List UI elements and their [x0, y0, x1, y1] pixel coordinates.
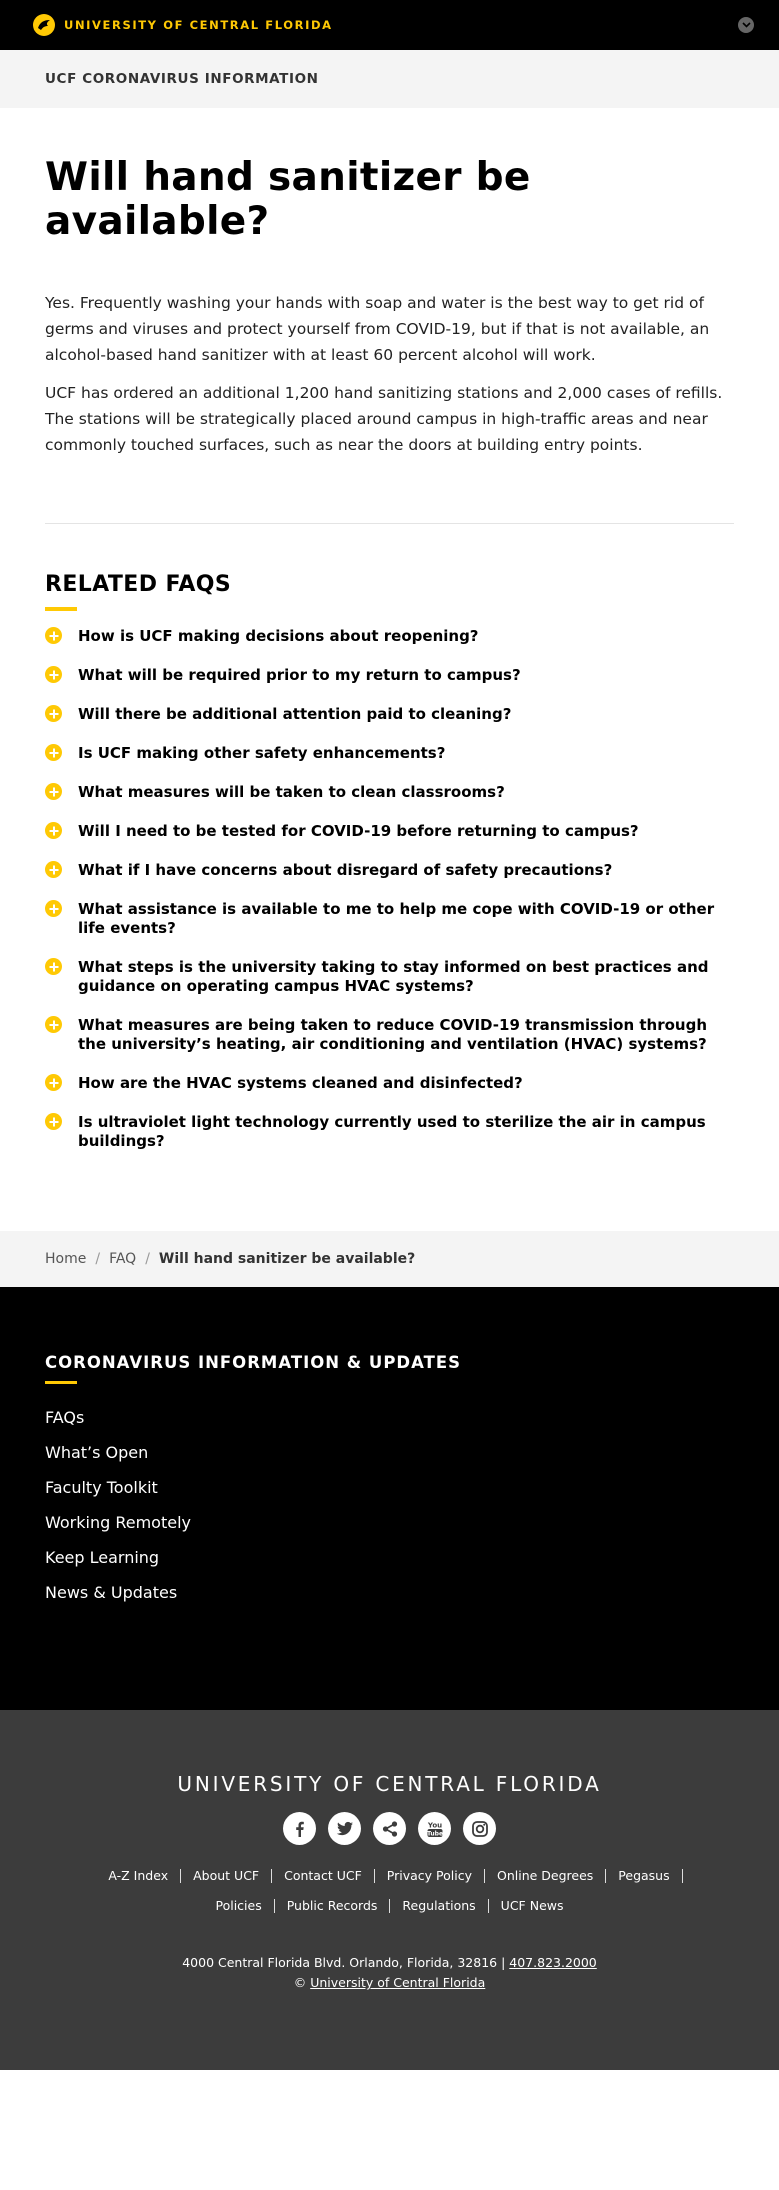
faq-question[interactable]: What will be required prior to my return… — [78, 666, 521, 685]
footer-link-contact-ucf[interactable]: Contact UCF — [272, 1869, 375, 1883]
main-content: Will hand sanitizer be available? Yes. F… — [0, 156, 779, 1151]
plus-circle-icon — [45, 1074, 62, 1091]
footer-copyright: © University of Central Florida — [0, 1973, 779, 1993]
youtube-icon[interactable]: You Tube — [418, 1812, 451, 1845]
pegasus-logo-icon — [33, 14, 55, 36]
faq-question[interactable]: What steps is the university taking to s… — [78, 958, 734, 996]
footer-link-az-index[interactable]: A-Z Index — [96, 1869, 182, 1883]
faq-question[interactable]: What assistance is available to me to he… — [78, 900, 734, 938]
footer-link-ucf-news[interactable]: UCF News — [489, 1899, 576, 1913]
brand-text: UNIVERSITY OF CENTRAL FLORIDA — [64, 18, 333, 32]
related-faq-item[interactable]: What steps is the university taking to s… — [45, 958, 734, 996]
breadcrumb: Home / FAQ / Will hand sanitizer be avai… — [0, 1231, 779, 1287]
facebook-icon[interactable] — [283, 1812, 316, 1845]
breadcrumb-separator: / — [145, 1251, 150, 1267]
article-body: Yes. Frequently washing your hands with … — [45, 290, 734, 458]
plus-circle-icon — [45, 783, 62, 800]
plus-circle-icon — [45, 627, 62, 644]
plus-circle-icon — [45, 666, 62, 683]
plus-circle-icon — [45, 705, 62, 722]
related-faq-item[interactable]: How is UCF making decisions about reopen… — [45, 627, 734, 646]
faq-question[interactable]: Will I need to be tested for COVID-19 be… — [78, 822, 639, 841]
plus-circle-icon — [45, 744, 62, 761]
breadcrumb-current: Will hand sanitizer be available? — [158, 1251, 416, 1267]
faq-question[interactable]: Is UCF making other safety enhancements? — [78, 744, 445, 763]
plus-circle-icon — [45, 958, 62, 975]
share-icon[interactable] — [373, 1812, 406, 1845]
copyright-link[interactable]: University of Central Florida — [310, 1975, 485, 1990]
faq-question[interactable]: What measures are being taken to reduce … — [78, 1016, 734, 1054]
ucf-brand-link[interactable]: UNIVERSITY OF CENTRAL FLORIDA — [32, 13, 333, 37]
related-faq-item[interactable]: Is ultraviolet light technology currentl… — [45, 1113, 734, 1151]
faq-question[interactable]: How is UCF making decisions about reopen… — [78, 627, 479, 646]
article-paragraph: Yes. Frequently washing your hands with … — [45, 294, 710, 364]
related-faq-item[interactable]: Is UCF making other safety enhancements? — [45, 744, 734, 763]
breadcrumb-separator: / — [95, 1251, 101, 1267]
top-bar: UNIVERSITY OF CENTRAL FLORIDA — [0, 0, 779, 50]
footer-link-regulations[interactable]: Regulations — [390, 1899, 489, 1913]
svg-text:Tube: Tube — [426, 1830, 442, 1837]
divider — [45, 523, 734, 524]
footer-link-policies[interactable]: Policies — [204, 1899, 275, 1913]
footer-link-online-degrees[interactable]: Online Degrees — [485, 1869, 607, 1883]
footer-utility-links: Policies Public Records Regulations UCF … — [0, 1899, 779, 1913]
faq-question[interactable]: What if I have concerns about disregard … — [78, 861, 612, 880]
footer-updates: CORONAVIRUS INFORMATION & UPDATES FAQs W… — [0, 1287, 779, 1710]
footer-university-name[interactable]: UNIVERSITY OF CENTRAL FLORIDA — [0, 1772, 779, 1796]
footer-university: UNIVERSITY OF CENTRAL FLORIDA You Tube A-… — [0, 1710, 779, 2070]
footer-link-faculty-toolkit[interactable]: Faculty Toolkit — [45, 1470, 734, 1505]
footer-link-pegasus[interactable]: Pegasus — [606, 1869, 683, 1883]
footer-link-whats-open[interactable]: What’s Open — [45, 1435, 734, 1470]
copyright-symbol: © — [293, 1975, 307, 1990]
related-faq-item[interactable]: Will there be additional attention paid … — [45, 705, 734, 724]
address-text: 4000 Central Florida Blvd. Orlando, Flor… — [182, 1955, 506, 1970]
faq-question[interactable]: How are the HVAC systems cleaned and dis… — [78, 1074, 523, 1093]
related-faq-list: How is UCF making decisions about reopen… — [45, 627, 734, 1151]
phone-link[interactable]: 407.823.2000 — [509, 1955, 596, 1970]
heading-underline — [45, 607, 77, 611]
footer-updates-links: FAQs What’s Open Faculty Toolkit Working… — [45, 1400, 734, 1610]
breadcrumb-home-link[interactable]: Home — [45, 1251, 86, 1267]
footer-link-keep-learning[interactable]: Keep Learning — [45, 1540, 734, 1575]
twitter-icon[interactable] — [328, 1812, 361, 1845]
related-faq-item[interactable]: What will be required prior to my return… — [45, 666, 734, 685]
related-faqs-heading: RELATED FAQS — [45, 572, 232, 597]
footer-address: 4000 Central Florida Blvd. Orlando, Flor… — [0, 1953, 779, 1973]
chevron-down-icon[interactable] — [738, 17, 754, 33]
footer-link-faqs[interactable]: FAQs — [45, 1400, 734, 1435]
article-paragraph: UCF has ordered an additional 1,200 hand… — [45, 384, 723, 454]
breadcrumb-faq-link[interactable]: FAQ — [109, 1251, 136, 1267]
plus-circle-icon — [45, 822, 62, 839]
site-title-link[interactable]: UCF CORONAVIRUS INFORMATION — [45, 71, 319, 87]
footer-link-public-records[interactable]: Public Records — [275, 1899, 391, 1913]
faq-question[interactable]: Will there be additional attention paid … — [78, 705, 511, 724]
footer-link-about-ucf[interactable]: About UCF — [181, 1869, 273, 1883]
related-faq-item[interactable]: What measures are being taken to reduce … — [45, 1016, 734, 1054]
related-faq-item[interactable]: Will I need to be tested for COVID-19 be… — [45, 822, 734, 841]
footer-link-news-updates[interactable]: News & Updates — [45, 1575, 734, 1610]
page-title: Will hand sanitizer be available? — [45, 155, 531, 244]
heading-underline — [45, 1381, 77, 1384]
related-faq-item[interactable]: How are the HVAC systems cleaned and dis… — [45, 1074, 734, 1093]
faq-question[interactable]: What measures will be taken to clean cla… — [78, 783, 505, 802]
footer-utility-links: A-Z Index About UCF Contact UCF Privacy … — [0, 1869, 779, 1883]
social-links: You Tube — [0, 1812, 779, 1845]
instagram-icon[interactable] — [463, 1812, 496, 1845]
related-faq-item[interactable]: What if I have concerns about disregard … — [45, 861, 734, 880]
svg-text:You: You — [426, 1821, 441, 1829]
plus-circle-icon — [45, 1016, 62, 1033]
plus-circle-icon — [45, 861, 62, 878]
footer-link-privacy-policy[interactable]: Privacy Policy — [375, 1869, 485, 1883]
footer-updates-heading: CORONAVIRUS INFORMATION & UPDATES — [45, 1353, 462, 1372]
plus-circle-icon — [45, 900, 62, 917]
related-faq-item[interactable]: What measures will be taken to clean cla… — [45, 783, 734, 802]
footer-link-working-remotely[interactable]: Working Remotely — [45, 1505, 734, 1540]
related-faq-item[interactable]: What assistance is available to me to he… — [45, 900, 734, 938]
site-header: UCF CORONAVIRUS INFORMATION — [0, 50, 779, 108]
plus-circle-icon — [45, 1113, 62, 1130]
faq-question[interactable]: Is ultraviolet light technology currentl… — [78, 1113, 734, 1151]
